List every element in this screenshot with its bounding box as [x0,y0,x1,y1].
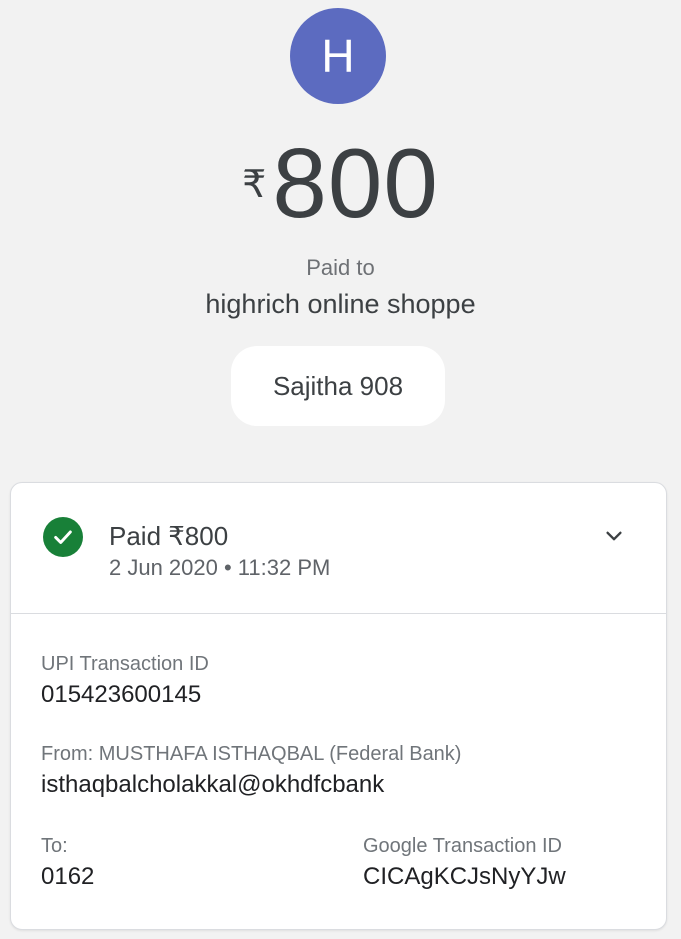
to-account-label: To: [41,835,68,857]
transaction-details-card: Paid ₹800 2 Jun 2020 • 11:32 PM UPI Tran… [10,482,667,930]
payee-avatar: H [290,8,386,104]
payment-note: Sajitha 908 [231,346,445,426]
paid-to-label: Paid to [306,255,375,280]
payment-amount: ₹ 800 [0,128,681,238]
from-account-label: From: MUSTHAFA ISTHAQBAL (Federal Bank) [41,743,462,765]
currency-symbol: ₹ [242,164,267,206]
payment-summary: H ₹ 800 Paid to highrich online shoppe S… [0,0,681,530]
avatar-initial: H [321,30,355,82]
payment-note-text: Sajitha 908 [272,370,404,401]
chevron-down-icon[interactable] [599,521,629,551]
upi-transaction-id-label: UPI Transaction ID [41,653,209,675]
amount-value: 800 [272,128,439,238]
google-transaction-id-value: CICAgKCJsNyYJw [363,863,566,890]
to-account-value: 0162 [41,863,95,890]
upi-transaction-id-value: 015423600145 [41,681,202,708]
card-divider [11,613,666,614]
from-account-vpa: isthaqbalcholakkal@okhdfcbank [41,771,385,798]
payee-name: highrich online shoppe [205,289,476,319]
check-circle-icon [43,517,83,557]
payment-datetime: 2 Jun 2020 • 11:32 PM [109,555,331,580]
google-transaction-id-label: Google Transaction ID [363,835,562,857]
payment-status-title: Paid ₹800 [109,521,229,551]
